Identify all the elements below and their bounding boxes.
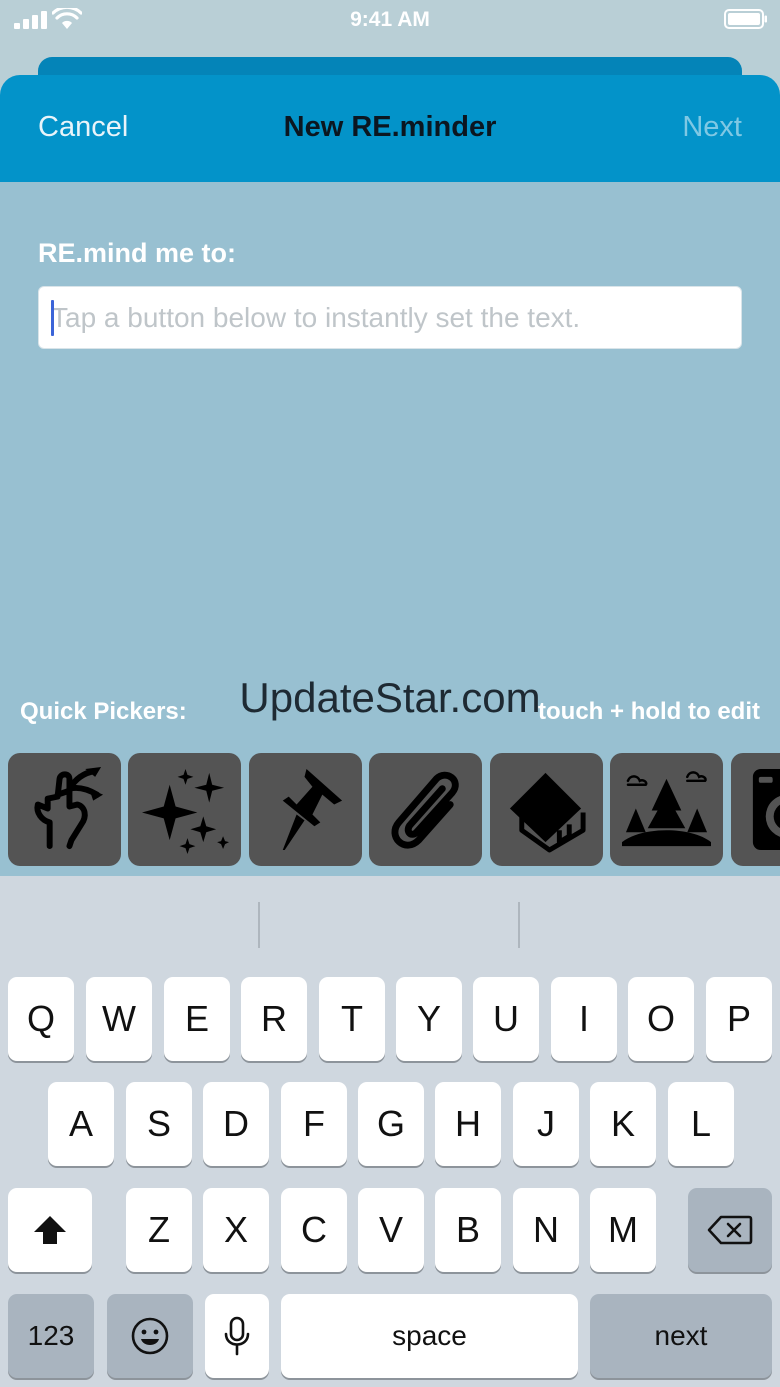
numbers-key[interactable]: 123 <box>8 1294 94 1378</box>
picker-pushpin[interactable] <box>249 753 362 866</box>
washing-machine-icon <box>752 768 780 851</box>
key-q[interactable]: Q <box>8 977 74 1061</box>
forest-icon <box>622 771 711 847</box>
next-key[interactable]: next <box>590 1294 772 1378</box>
next-button[interactable]: Next <box>682 111 742 144</box>
key-g[interactable]: G <box>358 1082 424 1166</box>
picker-forest[interactable] <box>610 753 723 866</box>
edit-hint-label: touch + hold to edit <box>538 698 760 725</box>
key-e[interactable]: E <box>164 977 230 1061</box>
key-v[interactable]: V <box>358 1188 424 1272</box>
key-z[interactable]: Z <box>126 1188 192 1272</box>
quick-pickers-row[interactable] <box>8 753 780 867</box>
key-s[interactable]: S <box>126 1082 192 1166</box>
dictation-key[interactable] <box>205 1294 269 1378</box>
reminder-input[interactable] <box>51 287 731 348</box>
key-m[interactable]: M <box>590 1188 656 1272</box>
status-time: 9:41 AM <box>350 8 430 31</box>
text-caret <box>51 300 54 336</box>
key-p[interactable]: P <box>706 977 772 1061</box>
key-i[interactable]: I <box>551 977 617 1061</box>
shift-key[interactable] <box>8 1188 92 1272</box>
reminder-field-label: RE.mind me to: <box>38 238 237 268</box>
quick-pickers-label: Quick Pickers: <box>20 698 187 725</box>
key-o[interactable]: O <box>628 977 694 1061</box>
key-w[interactable]: W <box>86 977 152 1061</box>
pushpin-icon <box>282 768 343 851</box>
key-n[interactable]: N <box>513 1188 579 1272</box>
key-j[interactable]: J <box>513 1082 579 1166</box>
picker-house[interactable] <box>490 753 603 866</box>
key-r[interactable]: R <box>241 977 307 1061</box>
cancel-button[interactable]: Cancel <box>38 111 128 144</box>
picker-paperclip[interactable] <box>369 753 482 866</box>
key-x[interactable]: X <box>203 1188 269 1272</box>
space-key[interactable]: space <box>281 1294 578 1378</box>
key-b[interactable]: B <box>435 1188 501 1272</box>
form-content: RE.mind me to: Quick Pickers: UpdateStar… <box>0 182 780 876</box>
key-t[interactable]: T <box>319 977 385 1061</box>
microphone-icon <box>224 1316 250 1356</box>
emoji-key[interactable] <box>107 1294 193 1378</box>
key-f[interactable]: F <box>281 1082 347 1166</box>
key-y[interactable]: Y <box>396 977 462 1061</box>
house-icon <box>509 772 586 853</box>
keyboard: Q W E R T Y U I O P A S D F G H J K L Z … <box>0 876 780 1387</box>
key-u[interactable]: U <box>473 977 539 1061</box>
emoji-icon <box>131 1317 169 1355</box>
nav-bar: Cancel New RE.minder Next <box>0 75 780 182</box>
key-c[interactable]: C <box>281 1188 347 1272</box>
key-a[interactable]: A <box>48 1082 114 1166</box>
battery-icon <box>724 9 767 29</box>
picker-washing-machine[interactable] <box>731 753 780 866</box>
key-h[interactable]: H <box>435 1082 501 1166</box>
finger-string-icon <box>34 766 104 850</box>
picker-sparkles[interactable] <box>128 753 241 866</box>
sparkles-icon <box>141 768 229 854</box>
key-l[interactable]: L <box>668 1082 734 1166</box>
key-d[interactable]: D <box>203 1082 269 1166</box>
suggestion-divider <box>258 902 260 948</box>
shift-icon <box>34 1216 66 1244</box>
backspace-icon <box>707 1215 753 1245</box>
suggestion-divider <box>518 902 520 948</box>
status-bar: 9:41 AM <box>0 0 780 40</box>
reminder-text-field[interactable] <box>38 286 742 349</box>
paperclip-icon <box>391 771 459 849</box>
key-k[interactable]: K <box>590 1082 656 1166</box>
picker-finger-string[interactable] <box>8 753 121 866</box>
delete-key[interactable] <box>688 1188 772 1272</box>
